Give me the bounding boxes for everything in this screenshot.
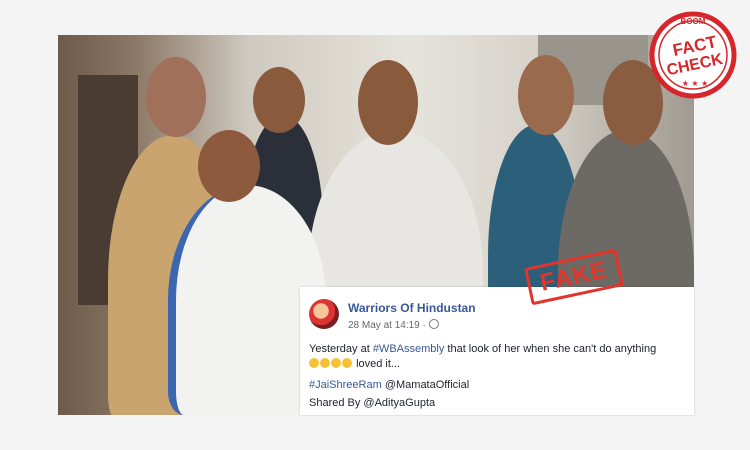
badge-boom-text: BOOM xyxy=(681,17,706,26)
hashtag-jaishreeram[interactable]: #JaiShreeRam xyxy=(309,379,382,391)
post-text-rest: that look of her when she can't do anyth… xyxy=(447,343,657,355)
post-text-start: Yesterday at xyxy=(309,343,370,355)
person-right-blue-head xyxy=(518,55,574,135)
post-timestamp[interactable]: 28 May at 14:19 · xyxy=(348,319,439,331)
badge-stars: ★ ★ ★ xyxy=(682,79,709,88)
mention-mamataofficial[interactable]: @MamataOfficial xyxy=(385,379,469,391)
post-text-line-1: Yesterday at #WBAssembly that look of he… xyxy=(309,342,693,357)
hashtag-wbassembly[interactable]: #WBAssembly xyxy=(373,343,445,355)
post-text-line-3: #JaiShreeRam @MamataOfficial xyxy=(309,378,693,393)
post-text: Yesterday at #WBAssembly that look of he… xyxy=(309,342,693,393)
shared-by-text: Shared By @AdityaGupta xyxy=(309,397,436,409)
laughing-emoji-icon xyxy=(331,358,341,368)
timestamp-text: 28 May at 14:19 · xyxy=(348,320,426,331)
page-name-link[interactable]: Warriors Of Hindustan xyxy=(348,301,476,315)
person-back-1-head xyxy=(253,67,305,133)
post-text-loved: loved it... xyxy=(356,358,401,370)
person-center-head xyxy=(358,60,418,145)
person-left-head xyxy=(146,57,206,137)
laughing-emoji-icon xyxy=(320,358,330,368)
post-text-line-2: loved it... xyxy=(309,357,693,372)
page-avatar[interactable] xyxy=(309,299,339,329)
fact-check-badge: BOOM FACT CHECK ★ ★ ★ xyxy=(649,11,737,99)
laughing-emoji-icon xyxy=(309,358,319,368)
globe-icon xyxy=(428,319,439,329)
laughing-emoji-icon xyxy=(342,358,352,368)
facebook-post-card: Warriors Of Hindustan 28 May at 14:19 · … xyxy=(300,287,694,415)
person-front-head xyxy=(198,130,260,202)
